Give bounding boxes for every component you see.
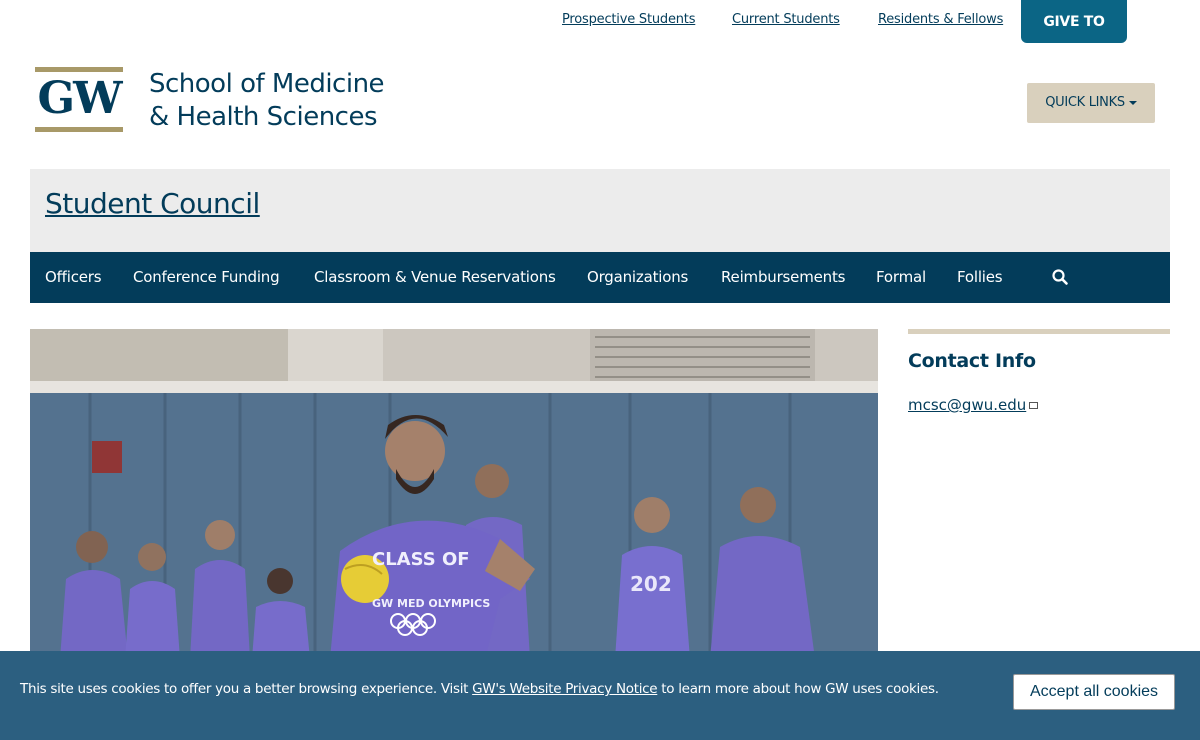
gw-logo[interactable]: GW	[35, 67, 123, 132]
nav-reimbursements[interactable]: Reimbursements	[721, 252, 845, 303]
contact-email-link[interactable]: mcsc@gwu.edu	[908, 396, 1026, 414]
link-residents-fellows[interactable]: Residents & Fellows	[878, 12, 1003, 27]
nav-classroom-venue-reservations[interactable]: Classroom & Venue Reservations	[314, 252, 556, 303]
logo-text: GW	[37, 73, 123, 124]
site-title[interactable]: Student Council	[45, 187, 260, 220]
hero-image: CLASS OF GW MED OLYMPICS 202	[30, 329, 878, 659]
nav-officers[interactable]: Officers	[45, 252, 102, 303]
school-name-line1: School of Medicine	[149, 69, 385, 99]
search-icon[interactable]	[1051, 268, 1069, 286]
logo-bar-top	[35, 67, 123, 72]
utility-nav: Prospective Students Current Students Re…	[0, 0, 1200, 74]
nav-formal[interactable]: Formal	[876, 252, 926, 303]
nav-conference-funding[interactable]: Conference Funding	[133, 252, 280, 303]
contact-info-title: Contact Info	[908, 350, 1036, 372]
site-title-band: Student Council	[30, 169, 1170, 252]
nav-follies[interactable]: Follies	[957, 252, 1003, 303]
main-nav: Officers Conference Funding Classroom & …	[30, 252, 1170, 303]
sidebar: Contact Info mcsc@gwu.edu	[908, 329, 1170, 414]
contact-email: mcsc@gwu.edu	[908, 396, 1027, 414]
logo-bar-bottom	[35, 127, 123, 132]
cookie-text-after: to learn more about how GW uses cookies.	[657, 681, 939, 697]
sidebar-rule	[908, 329, 1170, 334]
cookie-banner: This site uses cookies to offer you a be…	[0, 651, 1200, 740]
school-name[interactable]: School of Medicine & Health Sciences	[149, 68, 385, 134]
caret-down-icon	[1128, 100, 1137, 105]
cookie-text: This site uses cookies to offer you a be…	[20, 681, 939, 697]
school-name-line2: & Health Sciences	[149, 102, 378, 132]
link-current-students[interactable]: Current Students	[732, 12, 840, 27]
quick-links-label: QUICK LINKS	[1045, 95, 1125, 110]
link-prospective-students[interactable]: Prospective Students	[562, 12, 695, 27]
nav-organizations[interactable]: Organizations	[587, 252, 688, 303]
accept-cookies-button[interactable]: Accept all cookies	[1013, 674, 1175, 710]
privacy-notice-link[interactable]: GW's Website Privacy Notice	[472, 681, 657, 697]
give-button[interactable]: GIVE TO SMHS	[1021, 0, 1127, 74]
hero-photo: CLASS OF GW MED OLYMPICS 202	[30, 329, 878, 659]
quick-links-button[interactable]: QUICK LINKS	[1027, 83, 1155, 123]
cookie-text-before: This site uses cookies to offer you a be…	[20, 681, 473, 697]
mail-icon	[1029, 402, 1039, 409]
